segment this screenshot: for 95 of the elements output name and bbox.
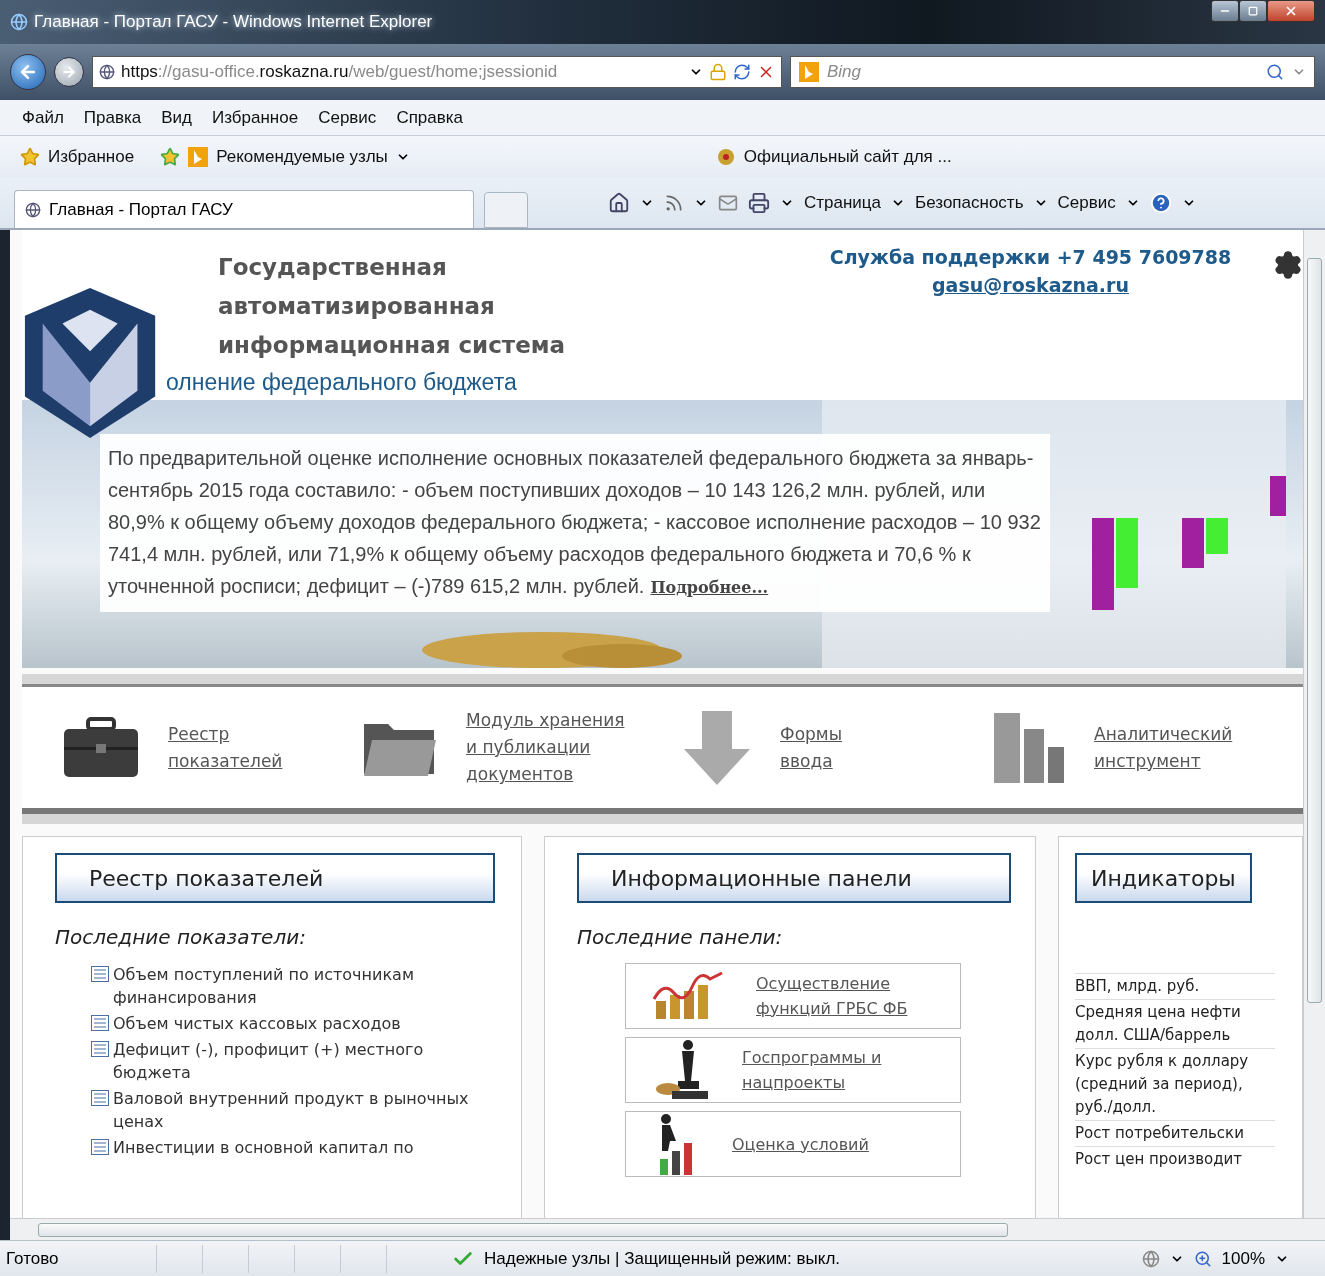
menu-item[interactable]: Файл bbox=[14, 103, 72, 132]
vertical-scrollbar[interactable] bbox=[1303, 230, 1325, 1218]
home-icon[interactable] bbox=[608, 192, 630, 214]
browser-tab[interactable]: Главная - Портал ГАСУ bbox=[14, 190, 474, 228]
shortcut-link[interactable]: Реестр показателей bbox=[168, 720, 288, 775]
horizontal-scrollbar[interactable] bbox=[10, 1218, 1325, 1240]
menu-item[interactable]: Избранное bbox=[204, 103, 307, 132]
panel-link[interactable]: Госпрограммы и нацпроекты bbox=[742, 1045, 932, 1095]
indicator-row: Курс рубля к доллару (средний за период), руб./долл. bbox=[1075, 1048, 1275, 1120]
zoom-icon bbox=[1193, 1249, 1212, 1268]
indicator-row: Рост потребительски bbox=[1075, 1120, 1275, 1146]
chart-bar bbox=[1182, 518, 1204, 568]
panel-subtitle: Последние показатели: bbox=[55, 925, 307, 949]
zoom-level[interactable]: 100% bbox=[1221, 1248, 1265, 1269]
shortcut-link[interactable]: Модуль хранения и публикации документов bbox=[466, 707, 636, 788]
minimize-button[interactable] bbox=[1211, 0, 1239, 22]
indicator-link[interactable]: Инвестиции в основной капитал по bbox=[113, 1136, 493, 1159]
panel-link[interactable]: Осуществление функций ГРБС ФБ bbox=[756, 971, 946, 1021]
menu-item[interactable]: Справка bbox=[388, 103, 472, 132]
bar-chart-icon bbox=[992, 710, 1066, 785]
command-menu[interactable]: Сервис bbox=[1057, 193, 1116, 213]
list-icon bbox=[91, 1041, 109, 1057]
forward-arrow-icon bbox=[61, 64, 77, 80]
forward-button[interactable] bbox=[54, 57, 84, 87]
shortcut-link[interactable]: Формы ввода bbox=[780, 720, 900, 775]
address-field[interactable]: https://gasu-office.roskazna.ru/web/guest/home;jsessionid bbox=[92, 56, 782, 88]
add-favorite-icon[interactable] bbox=[160, 147, 181, 167]
zone-icon[interactable] bbox=[1141, 1249, 1160, 1268]
site-subtitle: олнение федерального бюджета bbox=[166, 369, 518, 396]
indicator-link[interactable]: Дефицит (-), профицит (+) местного бюджета bbox=[113, 1038, 493, 1084]
search-placeholder: Bing bbox=[827, 62, 862, 82]
search-icon[interactable] bbox=[1266, 63, 1284, 81]
indicator-link[interactable]: Объем чистых кассовых расходов bbox=[113, 1012, 493, 1035]
more-link[interactable]: Подробнее... bbox=[650, 578, 769, 597]
emblem-icon bbox=[715, 147, 736, 167]
url-text: roskazna.ru bbox=[259, 62, 349, 81]
site-title: Государственная bbox=[218, 253, 448, 282]
close-icon bbox=[1284, 4, 1298, 18]
list-icon bbox=[91, 1139, 109, 1155]
back-button[interactable] bbox=[10, 54, 46, 90]
status-text: Готово bbox=[6, 1248, 60, 1269]
chart-bar bbox=[1270, 476, 1286, 516]
mail-icon[interactable] bbox=[718, 193, 738, 213]
command-menu[interactable]: Безопасность bbox=[915, 193, 1024, 213]
panel-subtitle: Последние панели: bbox=[577, 925, 784, 949]
shortcut-link[interactable]: Аналитический инструмент bbox=[1094, 720, 1244, 775]
list-icon bbox=[91, 1015, 109, 1031]
page-icon bbox=[99, 64, 115, 80]
lock-icon bbox=[709, 63, 727, 81]
settings-icon[interactable] bbox=[1273, 250, 1303, 280]
indicator-link[interactable]: Валовой внутренний продукт в рыночных ценах bbox=[113, 1087, 493, 1133]
indicator-row: Рост цен производит bbox=[1075, 1146, 1275, 1172]
window-title: Главная - Портал ГАСУ - Windows Internet Explorer bbox=[34, 12, 433, 32]
email-link[interactable]: gasu@roskazna.ru bbox=[932, 274, 1129, 296]
refresh-icon[interactable] bbox=[733, 63, 751, 81]
star-icon bbox=[20, 147, 40, 167]
site-title: информационная система bbox=[218, 331, 567, 360]
suggested-sites-button[interactable]: Рекомендуемые узлы bbox=[216, 147, 388, 167]
maximize-button[interactable] bbox=[1239, 0, 1267, 22]
down-arrow-icon bbox=[682, 710, 752, 785]
command-menu[interactable]: Страница bbox=[804, 193, 882, 213]
menu-item[interactable]: Правка bbox=[75, 103, 150, 132]
briefcase-icon bbox=[62, 716, 140, 779]
help-icon[interactable] bbox=[1149, 192, 1172, 214]
site-title: автоматизированная bbox=[218, 292, 496, 321]
panel-link[interactable]: Оценка условий bbox=[732, 1131, 922, 1157]
url-text: https bbox=[121, 62, 158, 81]
list-icon bbox=[91, 966, 109, 982]
favorites-button[interactable]: Избранное bbox=[48, 147, 135, 167]
menu-item[interactable]: Вид bbox=[153, 103, 200, 132]
indicator-row: Средняя цена нефти долл. США/баррель bbox=[1075, 999, 1275, 1048]
favorite-link[interactable]: Официальный сайт для ... bbox=[743, 147, 952, 167]
support-phone: Служба поддержки +7 495 7609788 bbox=[829, 246, 1232, 268]
site-icon bbox=[188, 147, 209, 167]
maximize-icon bbox=[1248, 6, 1258, 16]
feed-icon[interactable] bbox=[664, 193, 684, 213]
panel-heading: Информационные панели bbox=[577, 853, 1011, 903]
print-icon[interactable] bbox=[748, 192, 770, 214]
page-icon bbox=[25, 201, 41, 218]
news-text: По предварительной оценке исполнение основных показателей федерального бюджета за январь-сентябрь 2015 года составило: - объем поступивших доходов – 10 143 126,2 млн. рублей, или 80,9% к общему объему доходов федерального бюджета; - кассовое исполнение расходов – 10 932 741,4 млн. рублей, или 71,9% к общему объему расходов федерального бюджета и 70,6 % к уточненной росписи; дефицит – (-)789 615,2 млн. рублей. Подробнее... bbox=[108, 446, 1042, 599]
close-button[interactable] bbox=[1267, 0, 1315, 22]
panel-heading: Реестр показателей bbox=[55, 853, 495, 903]
chart-bar bbox=[1116, 518, 1138, 588]
url-text: /web/guest/home;jsessionid bbox=[348, 62, 558, 81]
security-status: Надежные узлы | Защищенный режим: выкл. bbox=[484, 1248, 841, 1269]
chart-bar bbox=[1206, 518, 1228, 554]
menu-item[interactable]: Сервис bbox=[310, 103, 385, 132]
indicator-row: ВВП, млрд. руб. bbox=[1075, 973, 1275, 999]
browser-icon bbox=[10, 13, 28, 31]
search-field[interactable]: Bing bbox=[790, 56, 1315, 88]
url-text: ://gasu-office. bbox=[157, 62, 260, 81]
panel-heading: Индикаторы bbox=[1075, 853, 1252, 903]
list-icon bbox=[91, 1090, 109, 1106]
search-provider-icon bbox=[799, 62, 819, 82]
indicator-link[interactable]: Объем поступлений по источникам финансирования bbox=[113, 963, 493, 1009]
